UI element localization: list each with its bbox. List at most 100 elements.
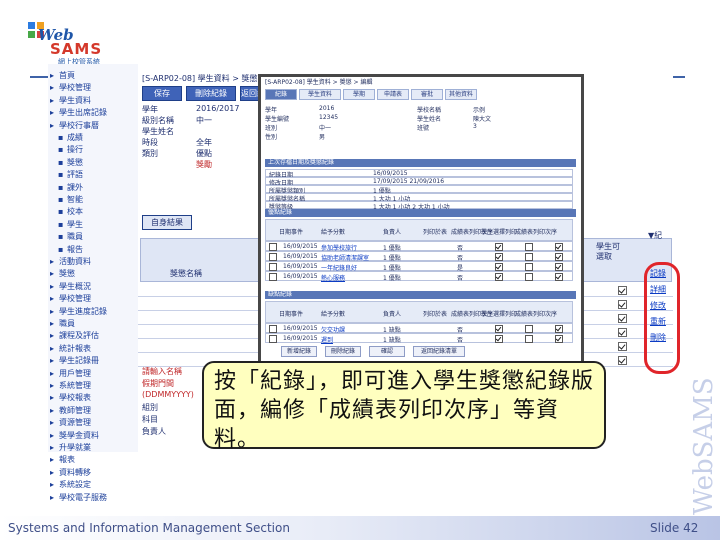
sidebar-item[interactable]: ▸ 統計報表	[50, 343, 91, 354]
sidebar-subitem[interactable]: ▪ 成績	[58, 132, 83, 143]
row-checkbox-select[interactable]	[525, 325, 533, 333]
bullet-icon: ▪	[58, 207, 64, 217]
sidebar-item[interactable]: ▸ 升學就業	[50, 442, 91, 453]
websams-watermark: WebSAMS	[690, 377, 716, 515]
sidebar-item-label: 學校管理	[59, 294, 91, 304]
row-checkbox[interactable]	[269, 325, 277, 333]
sidebar-item[interactable]: ▸ 課程及評估	[50, 330, 99, 341]
row-checkbox-print[interactable]	[495, 273, 503, 281]
info-cell: 12345	[319, 114, 339, 121]
tab-5[interactable]: 其他資料	[445, 89, 477, 100]
delete-record-button[interactable]: 刪除紀錄	[186, 86, 236, 101]
sidebar-item[interactable]: ▸ 學生出席記錄	[50, 107, 107, 118]
chevron-right-icon: ▸	[50, 120, 55, 130]
tab-4[interactable]: 審批	[411, 89, 443, 100]
sidebar-item[interactable]: ▸ 活動資料	[50, 256, 91, 267]
tab-0[interactable]: 紀錄	[265, 89, 297, 100]
row-checkbox-order[interactable]	[555, 243, 563, 251]
sidebar-item[interactable]: ▸ 學校報表	[50, 392, 91, 403]
row-checkbox-select[interactable]	[525, 263, 533, 271]
sidebar-subitem[interactable]: ▪ 獎懲	[58, 157, 83, 168]
sidebar-item-label: 學校管理	[59, 83, 91, 93]
sidebar-subitem[interactable]: ▪ 智能	[58, 194, 83, 205]
table-header-cell: 負責人	[383, 311, 402, 318]
table-header-cell: 成績表列印次序	[515, 311, 558, 318]
sidebar-subitem[interactable]: ▪ 課外	[58, 182, 83, 193]
sidebar-item-label: 學生進度記錄	[59, 306, 107, 316]
row-checkbox[interactable]	[269, 335, 277, 343]
row-checkbox-select[interactable]	[525, 335, 533, 343]
sidebar-item[interactable]: ▸ 學校管理	[50, 293, 91, 304]
checkbox[interactable]	[618, 356, 627, 365]
checkbox[interactable]	[618, 314, 627, 323]
row-checkbox-print[interactable]	[495, 243, 503, 251]
sidebar-item[interactable]: ▸ 學校電子服務	[50, 492, 107, 503]
tab-3[interactable]: 申請表	[377, 89, 409, 100]
row-checkbox-order[interactable]	[555, 325, 563, 333]
sidebar-item[interactable]: ▸ 用戶管理	[50, 368, 91, 379]
checkbox[interactable]	[618, 286, 627, 295]
row-checkbox-print[interactable]	[495, 325, 503, 333]
tab-1[interactable]: 學生資料	[299, 89, 341, 100]
sidebar-item[interactable]: ▸ 首頁	[50, 70, 75, 81]
row-date: 16/09/2015	[283, 325, 318, 332]
chevron-right-icon: ▸	[50, 319, 55, 328]
row-checkbox-print[interactable]	[495, 335, 503, 343]
checkbox[interactable]	[618, 328, 627, 337]
sidebar-item[interactable]: ▸ 系統設定	[50, 479, 91, 490]
sidebar-item[interactable]: ▸ 學校行事曆	[50, 120, 99, 131]
row-checkbox[interactable]	[269, 253, 277, 261]
info-cell: 學年	[265, 107, 278, 114]
sidebar-subitem[interactable]: ▪ 報告	[58, 244, 83, 255]
sidebar-subitem[interactable]: ▪ 操行	[58, 144, 83, 155]
row-event-link[interactable]: 遲到	[321, 335, 333, 344]
sidebar-item[interactable]: ▸ 職員	[50, 318, 75, 329]
checkbox[interactable]	[618, 300, 627, 309]
checkbox[interactable]	[618, 342, 627, 351]
row-date: 16/09/2015	[283, 263, 318, 270]
row-checkbox[interactable]	[269, 263, 277, 271]
summary-value: 16/09/2015	[373, 170, 408, 177]
save-button[interactable]: 保存	[142, 86, 182, 101]
sidebar-item[interactable]: ▸ 學生概況	[50, 281, 91, 292]
row-checkbox-print[interactable]	[495, 263, 503, 271]
sidebar-item[interactable]: ▸ 資料轉移	[50, 467, 91, 478]
row-event-link[interactable]: 熱心服務	[321, 273, 345, 282]
popup-button-2[interactable]: 確認	[369, 346, 405, 357]
row-checkbox-select[interactable]	[525, 253, 533, 261]
popup-button-1[interactable]: 刪除紀錄	[325, 346, 361, 357]
chevron-right-icon: ▸	[50, 467, 55, 477]
popup-button-3[interactable]: 返回紀錄清單	[413, 346, 465, 357]
sidebar-item[interactable]: ▸ 系統管理	[50, 380, 91, 391]
popup-button-0[interactable]: 新增紀錄	[281, 346, 317, 357]
row-score: 1 優點	[383, 275, 401, 282]
sidebar-subitem[interactable]: ▪ 校本	[58, 206, 83, 217]
row-checkbox-order[interactable]	[555, 273, 563, 281]
sidebar-item[interactable]: ▸ 教師管理	[50, 405, 91, 416]
row-date: 16/09/2015	[283, 273, 318, 280]
sidebar-subitem[interactable]: ▪ 學生	[58, 219, 83, 230]
sidebar-item[interactable]: ▸ 學生資料	[50, 95, 91, 106]
sidebar-item[interactable]: ▸ 學生進度記錄	[50, 306, 107, 317]
row-checkbox-order[interactable]	[555, 335, 563, 343]
sidebar-item[interactable]: ▸ 報表	[50, 454, 75, 465]
tab-2[interactable]: 學期	[343, 89, 375, 100]
row-checkbox-order[interactable]	[555, 253, 563, 261]
sidebar-subitem[interactable]: ▪ 職員	[58, 231, 83, 242]
sidebar-item[interactable]: ▸ 資源管理	[50, 417, 91, 428]
sidebar-subitem[interactable]: ▪ 評語	[58, 169, 83, 180]
sidebar-item[interactable]: ▸ 獎學金資料	[50, 430, 99, 441]
row-checkbox-select[interactable]	[525, 243, 533, 251]
row-checkbox-order[interactable]	[555, 263, 563, 271]
callout-text: 按「紀錄」，即可進入學生獎懲紀錄版面，編修「成績表列印次序」等資料。	[214, 369, 595, 452]
sidebar-item[interactable]: ▸ 學校管理	[50, 82, 91, 93]
bottom-field: 科目	[142, 415, 158, 424]
row-checkbox-select[interactable]	[525, 273, 533, 281]
row-checkbox[interactable]	[269, 273, 277, 281]
row-checkbox[interactable]	[269, 243, 277, 251]
chevron-right-icon: ▸	[50, 108, 55, 118]
sidebar-item[interactable]: ▸ 獎懲	[50, 268, 75, 279]
sidebar-item[interactable]: ▸ 學生記錄冊	[50, 355, 99, 366]
row-checkbox-print[interactable]	[495, 253, 503, 261]
section-button[interactable]: 自身結果	[142, 215, 192, 230]
